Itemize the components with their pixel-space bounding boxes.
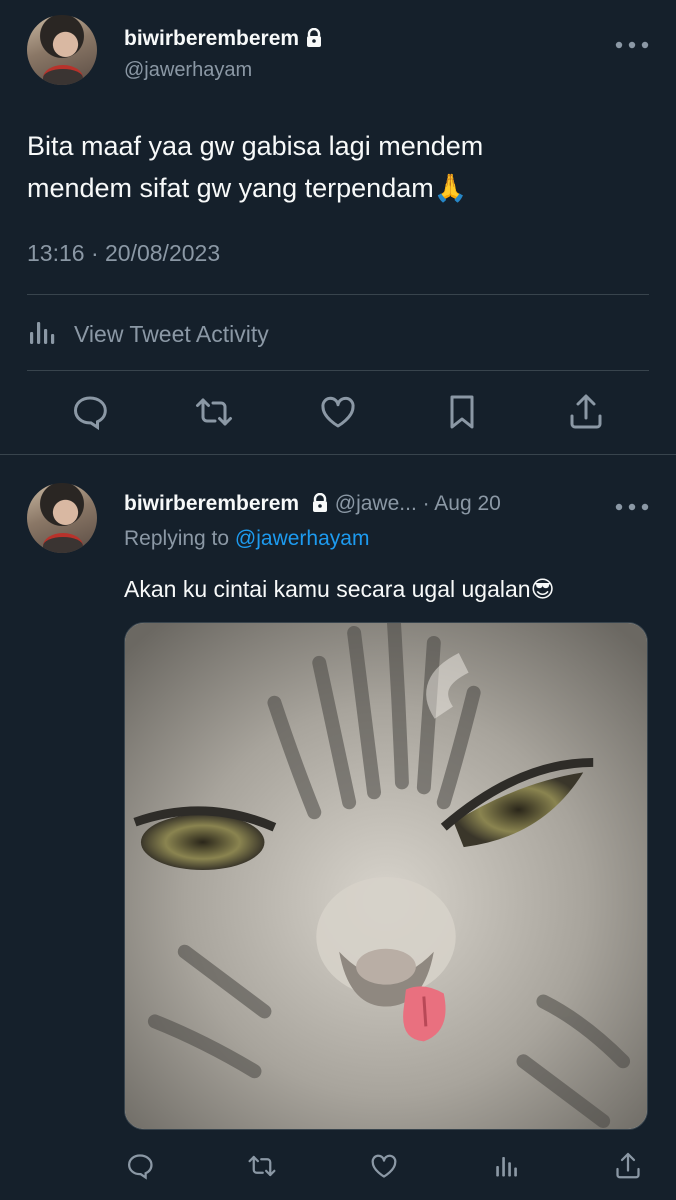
retweet-icon[interactable] bbox=[192, 390, 236, 434]
media-image[interactable] bbox=[124, 622, 648, 1130]
share-icon[interactable] bbox=[606, 1144, 650, 1188]
reply-date[interactable]: · Aug 20 bbox=[423, 492, 501, 515]
divider bbox=[27, 370, 649, 371]
cat-photo bbox=[125, 623, 647, 1129]
reply-action-bar bbox=[0, 1144, 676, 1184]
main-tweet: biwirberemberem @jawerhayam Bita maaf ya… bbox=[0, 0, 676, 455]
divider bbox=[27, 294, 649, 295]
tweet-text-line: Bita maaf yaa gw gabisa lagi mendem bbox=[27, 131, 484, 161]
view-tweet-activity-label: View Tweet Activity bbox=[74, 320, 269, 347]
reply-tweet[interactable]: biwirberemberem @jawe... · Aug 20 Replyi… bbox=[0, 456, 676, 1200]
avatar[interactable] bbox=[27, 15, 97, 85]
avatar[interactable] bbox=[27, 483, 97, 553]
analytics-icon bbox=[27, 315, 61, 354]
replying-to: Replying to @jawerhayam bbox=[124, 527, 369, 551]
tweet-action-bar bbox=[0, 372, 676, 452]
bookmark-icon[interactable] bbox=[440, 390, 484, 434]
reply-header: biwirberemberem @jawe... · Aug 20 bbox=[124, 492, 501, 516]
user-handle[interactable]: @jawe... bbox=[335, 492, 417, 515]
reply-icon[interactable] bbox=[68, 390, 112, 434]
like-icon[interactable] bbox=[316, 390, 360, 434]
more-options-icon[interactable] bbox=[614, 499, 650, 511]
replying-to-mention[interactable]: @jawerhayam bbox=[235, 527, 370, 550]
display-name-text[interactable]: biwirberemberem bbox=[124, 27, 299, 50]
retweet-icon[interactable] bbox=[240, 1144, 284, 1188]
replying-to-label: Replying to bbox=[124, 527, 230, 550]
reply-icon[interactable] bbox=[118, 1144, 162, 1188]
timestamp[interactable]: 13:16 · 20/08/2023 bbox=[27, 240, 220, 267]
tweet-text-line: mendem sifat gw yang terpendam🙏 bbox=[27, 173, 468, 203]
view-tweet-activity-button[interactable]: View Tweet Activity bbox=[27, 298, 649, 370]
display-name[interactable]: biwirberemberem bbox=[124, 27, 323, 51]
views-icon[interactable] bbox=[484, 1144, 528, 1188]
lock-icon bbox=[305, 27, 323, 47]
more-options-icon[interactable] bbox=[614, 37, 650, 49]
tweet-text: Bita maaf yaa gw gabisa lagi mendem mend… bbox=[27, 125, 637, 209]
lock-icon bbox=[311, 492, 329, 512]
share-icon[interactable] bbox=[564, 390, 608, 434]
user-handle[interactable]: @jawerhayam bbox=[124, 59, 252, 82]
display-name[interactable]: biwirberemberem bbox=[124, 492, 299, 515]
reply-text: Akan ku cintai kamu secara ugal ugalan😎 bbox=[124, 576, 555, 602]
tweet-thread-page: biwirberemberem @jawerhayam Bita maaf ya… bbox=[0, 0, 676, 1200]
like-icon[interactable] bbox=[362, 1144, 406, 1188]
